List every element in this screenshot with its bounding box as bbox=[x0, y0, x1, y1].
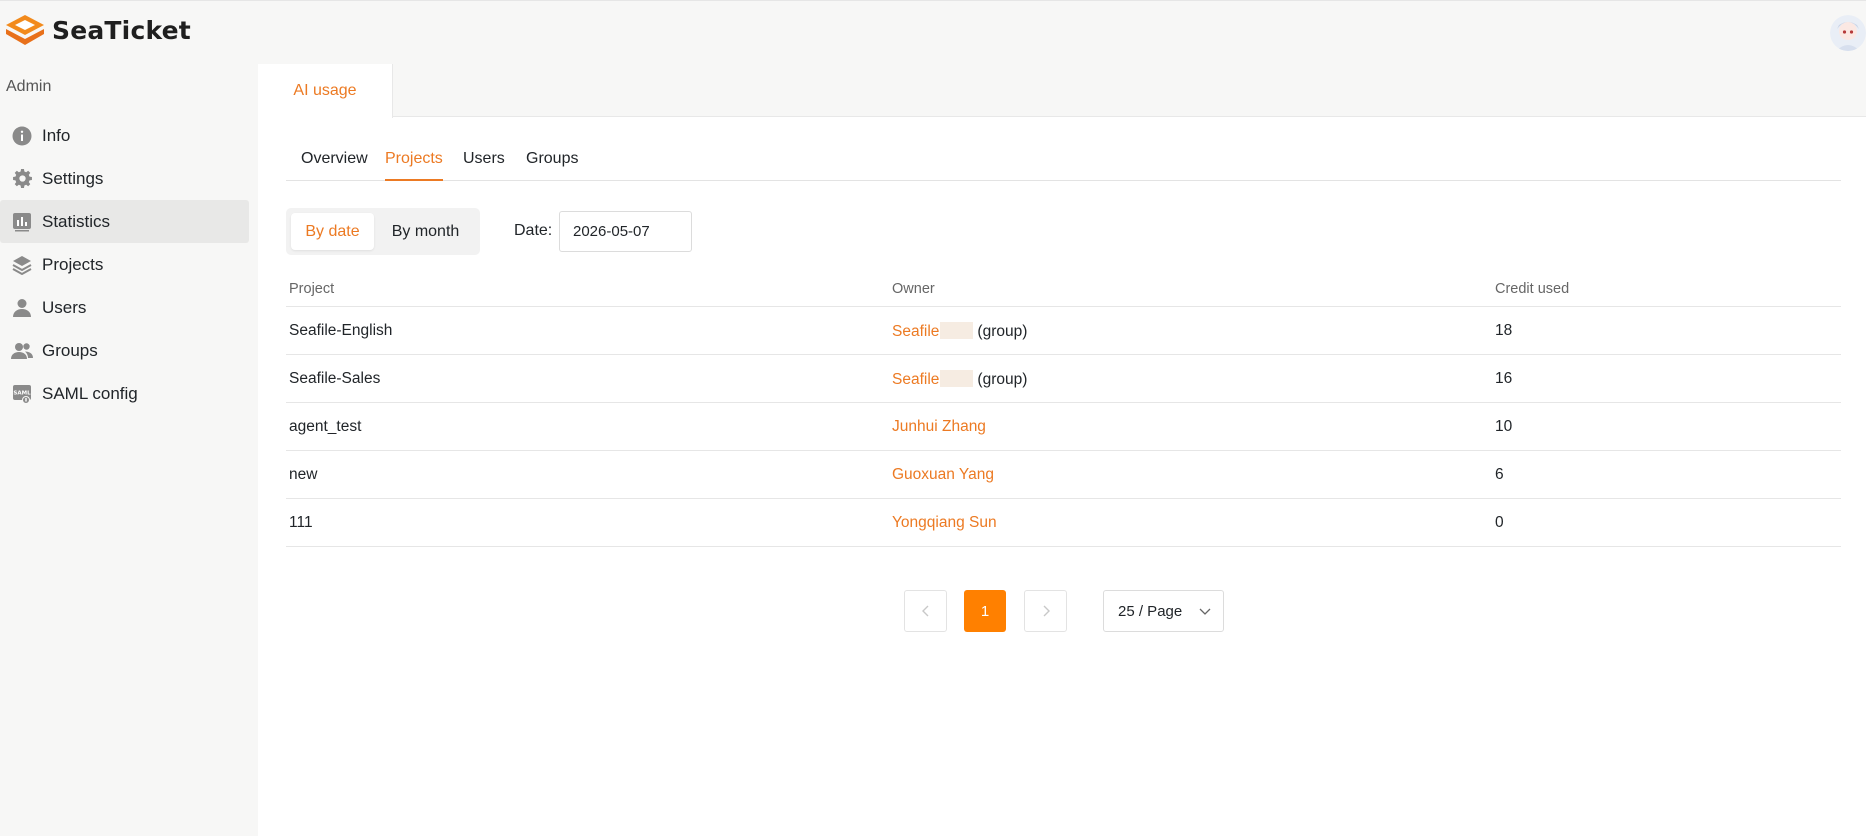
project-name: Seafile-Sales bbox=[289, 370, 381, 387]
sidebar-item-label: Statistics bbox=[42, 211, 111, 231]
sidebar-item-label: SAML config bbox=[42, 383, 138, 403]
owner-cell: Seafile (group) bbox=[892, 322, 1027, 341]
date-input[interactable] bbox=[559, 211, 692, 252]
sidebar-item-label: Info bbox=[42, 125, 71, 145]
sidebar-heading: Admin bbox=[6, 78, 52, 95]
redacted-text bbox=[940, 370, 974, 387]
page-size-select[interactable]: 25 / Page bbox=[1103, 590, 1224, 632]
user-avatar[interactable] bbox=[1830, 15, 1866, 51]
credit-used: 6 bbox=[1495, 466, 1504, 483]
chevron-down-icon bbox=[1199, 608, 1211, 615]
owner-cell: Seafile (group) bbox=[892, 370, 1027, 389]
owner-link[interactable]: Seafile bbox=[892, 323, 939, 340]
table-row: agent_test Junhui Zhang 10 bbox=[286, 403, 1841, 451]
table-row: Seafile-Sales Seafile (group) 16 bbox=[286, 355, 1841, 403]
sidebar-item-label: Projects bbox=[42, 254, 104, 274]
credit-used: 16 bbox=[1495, 370, 1513, 387]
sidebar-nav: Info Settings Statistics Projects Users bbox=[0, 114, 249, 415]
credit-used: 0 bbox=[1495, 514, 1504, 531]
sidebar-item-settings[interactable]: Settings bbox=[0, 157, 249, 200]
app-name: SeaTicket bbox=[52, 15, 191, 45]
top-bar: SeaTicket bbox=[0, 0, 1866, 64]
sidebar-item-label: Groups bbox=[42, 340, 98, 360]
project-name: Seafile-English bbox=[289, 322, 393, 339]
sidebar-item-info[interactable]: Info bbox=[0, 114, 249, 157]
tab-groups[interactable]: Groups bbox=[526, 141, 578, 181]
project-name: 111 bbox=[289, 514, 313, 531]
svg-text:SAML: SAML bbox=[13, 390, 31, 396]
credit-used: 10 bbox=[1495, 418, 1513, 435]
sidebar-item-label: Settings bbox=[42, 168, 104, 188]
layers-icon bbox=[11, 254, 33, 276]
admin-sidebar: Admin Info Settings Statistics Projects bbox=[0, 64, 258, 836]
sidebar-item-projects[interactable]: Projects bbox=[0, 243, 249, 286]
previous-page-button[interactable] bbox=[904, 590, 947, 632]
group-icon bbox=[11, 340, 33, 362]
saml-icon: SAML bbox=[11, 383, 33, 405]
seaticket-logo-icon bbox=[6, 15, 44, 45]
by-month-button[interactable]: By month bbox=[376, 213, 475, 250]
table-row: Seafile-English Seafile (group) 18 bbox=[286, 307, 1841, 355]
page-tab-bar: AI usage bbox=[258, 64, 1866, 118]
project-name: new bbox=[289, 466, 318, 483]
owner-link[interactable]: Guoxuan Yang bbox=[892, 466, 994, 484]
owner-link[interactable]: Seafile bbox=[892, 371, 939, 388]
column-header-credit-used: Credit used bbox=[1495, 281, 1570, 297]
main-content: AI usage Overview Projects Users Groups … bbox=[258, 64, 1866, 836]
gear-icon bbox=[11, 168, 33, 190]
next-page-button[interactable] bbox=[1024, 590, 1067, 632]
period-toggle: By date By month bbox=[286, 208, 480, 255]
owner-link[interactable]: Yongqiang Sun bbox=[892, 514, 997, 532]
tab-users[interactable]: Users bbox=[463, 141, 505, 181]
owner-link[interactable]: Junhui Zhang bbox=[892, 418, 986, 436]
date-label: Date: bbox=[514, 222, 553, 239]
statistics-subtabs: Overview Projects Users Groups bbox=[286, 141, 1841, 181]
project-name: agent_test bbox=[289, 418, 362, 435]
column-header-owner: Owner bbox=[892, 281, 935, 297]
page-size-value: 25 / Page bbox=[1118, 602, 1183, 620]
table-row: new Guoxuan Yang 6 bbox=[286, 451, 1841, 499]
by-date-button[interactable]: By date bbox=[291, 213, 374, 250]
tab-projects[interactable]: Projects bbox=[385, 141, 443, 181]
projects-usage-table: Project Owner Credit used Seafile-Englis… bbox=[286, 269, 1841, 547]
chevron-right-icon bbox=[1043, 605, 1050, 617]
user-icon bbox=[11, 297, 33, 319]
owner-type: (group) bbox=[977, 323, 1028, 340]
tab-ai-usage[interactable]: AI usage bbox=[258, 64, 393, 118]
sidebar-item-users[interactable]: Users bbox=[0, 286, 249, 329]
owner-type: (group) bbox=[977, 371, 1028, 388]
sidebar-item-groups[interactable]: Groups bbox=[0, 329, 249, 372]
sidebar-item-saml-config[interactable]: SAML SAML config bbox=[0, 372, 249, 415]
chevron-left-icon bbox=[921, 605, 928, 617]
table-row: 111 Yongqiang Sun 0 bbox=[286, 499, 1841, 547]
avatar-image-icon bbox=[1830, 15, 1866, 51]
app-logo[interactable]: SeaTicket bbox=[6, 15, 191, 45]
redacted-text bbox=[940, 322, 974, 339]
info-icon bbox=[11, 125, 33, 147]
tab-overview[interactable]: Overview bbox=[301, 141, 368, 181]
sidebar-item-statistics[interactable]: Statistics bbox=[0, 200, 249, 243]
table-header: Project Owner Credit used bbox=[286, 269, 1841, 307]
column-header-project: Project bbox=[289, 281, 335, 297]
sidebar-item-label: Users bbox=[42, 297, 87, 317]
credit-used: 18 bbox=[1495, 322, 1513, 339]
page-number-button[interactable]: 1 bbox=[964, 590, 1006, 632]
chart-icon bbox=[11, 211, 33, 233]
